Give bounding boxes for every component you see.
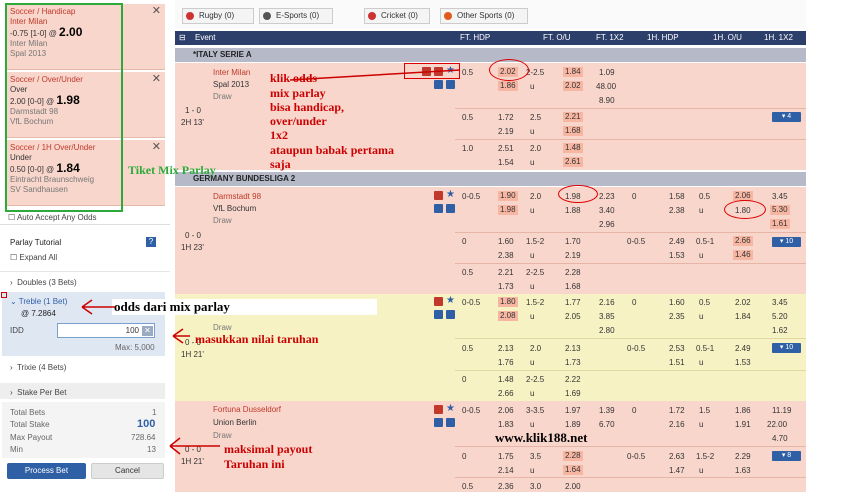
arrow-payout [169,437,220,455]
annotation-arrows [81,69,461,455]
arrow-odds [81,299,115,315]
arrow-odds-click [289,69,461,81]
arrow-stake [172,328,190,344]
